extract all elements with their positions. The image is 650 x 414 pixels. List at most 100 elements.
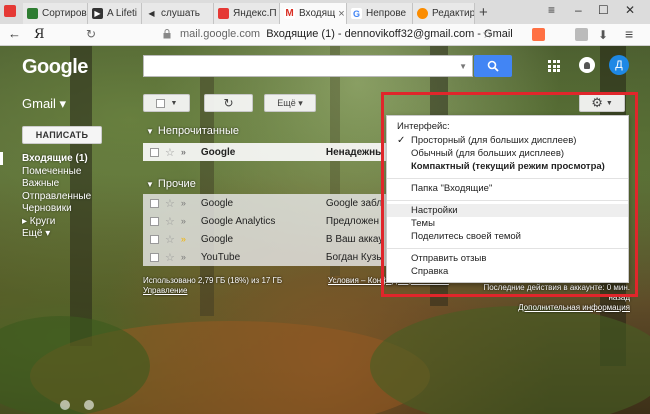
sidebar-item-circles[interactable]: ▸ Круги: [22, 216, 91, 229]
table-row[interactable]: ☆ » Google В Ваш аккау: [143, 230, 388, 248]
new-tab-button[interactable]: +: [479, 4, 488, 21]
row-checkbox[interactable]: [150, 234, 159, 244]
tab-sortirovka[interactable]: Сортиров: [23, 3, 88, 24]
table-row[interactable]: ☆ » Google Analytics Предложен: [143, 212, 388, 230]
importance-marker-icon[interactable]: »: [181, 252, 191, 262]
notifications-bell-icon[interactable]: [579, 57, 595, 73]
close-window-icon[interactable]: ✕: [625, 3, 635, 17]
row-checkbox[interactable]: [150, 216, 159, 226]
tab-label: Входящ: [299, 8, 336, 19]
back-icon[interactable]: ←: [8, 26, 21, 41]
tab-a-lifetime[interactable]: ▶ A Lifeti: [88, 3, 142, 24]
subject: В Ваш аккау: [325, 233, 384, 245]
browser-tab-bar: Сортиров ▶ A Lifeti ◀ слушать Яндекс.П M…: [0, 0, 650, 24]
speaker-icon: ◀: [148, 9, 155, 18]
importance-marker-icon[interactable]: »: [181, 147, 191, 157]
tab-redaktir[interactable]: Редактир: [413, 3, 475, 24]
yandex-favicon-icon: [218, 8, 229, 19]
table-row[interactable]: ☆ » YouTube Богдан Кузь: [143, 248, 388, 266]
row-checkbox[interactable]: [150, 198, 159, 208]
active-nav-marker: [0, 152, 3, 165]
sidebar-item-sent[interactable]: Отправленные: [22, 191, 91, 204]
menu-icon[interactable]: ≡: [548, 3, 555, 17]
sidebar-item-important[interactable]: Важные: [22, 178, 91, 191]
subject: Предложен: [325, 215, 379, 227]
download-icon[interactable]: ⬇: [598, 28, 611, 42]
table-row[interactable]: ☆ » Google Ненадежны: [143, 143, 388, 161]
row-checkbox[interactable]: [150, 252, 159, 262]
sidebar-item-more[interactable]: Ещё ▾: [22, 228, 91, 241]
tab-label: Яндекс.П: [233, 8, 277, 19]
chevron-down-icon: ▼: [146, 180, 154, 189]
url-title: Входящие (1) - dennovikoff32@gmail.com -…: [266, 28, 513, 40]
tab-label: слушать: [161, 8, 200, 19]
section-label: Непрочитанные: [157, 125, 240, 137]
subject: Богдан Кузь: [325, 251, 382, 263]
protect-icon[interactable]: [532, 28, 545, 41]
yandex-menu-icon[interactable]: [4, 5, 16, 17]
close-icon[interactable]: ×: [335, 8, 344, 20]
sidebar-item-drafts[interactable]: Черновики: [22, 203, 91, 216]
subject: Google забл: [325, 197, 383, 209]
tab-label: A Lifeti: [107, 8, 138, 19]
table-row[interactable]: ☆ » Google Google забл: [143, 194, 388, 212]
minimize-icon[interactable]: –: [575, 3, 582, 17]
storage-usage: Использовано 2,79 ГБ (18%) из 17 ГБ Упра…: [143, 276, 282, 296]
activity-details-link[interactable]: Дополнительная информация: [518, 303, 630, 312]
tab-label: Сортиров: [42, 8, 87, 19]
row-checkbox[interactable]: [150, 147, 159, 157]
play-icon: ▶: [92, 8, 103, 19]
refresh-button[interactable]: ↻: [204, 94, 253, 112]
section-other[interactable]: ▼ Прочие: [146, 178, 196, 190]
search-button[interactable]: [474, 55, 512, 77]
star-icon[interactable]: ☆: [165, 197, 175, 210]
google-logo[interactable]: Google: [22, 56, 88, 79]
person-icon[interactable]: [60, 400, 70, 410]
star-icon[interactable]: ☆: [165, 251, 175, 264]
sidebar-nav: Входящие (1) Помеченные Важные Отправлен…: [22, 153, 91, 241]
url-host: mail.google.com: [180, 28, 261, 40]
sender: Google Analytics: [200, 215, 276, 227]
search-icon: [487, 60, 499, 72]
chat-icon[interactable]: [84, 400, 94, 410]
star-icon[interactable]: ☆: [165, 233, 175, 246]
tab-neprovereno[interactable]: G Непрове: [347, 3, 413, 24]
apps-grid-icon[interactable]: [548, 60, 560, 72]
url-field[interactable]: mail.google.com Входящие (1) - dennoviko…: [180, 28, 513, 40]
extension-icon[interactable]: [575, 28, 588, 41]
yandex-logo[interactable]: Я: [34, 27, 45, 42]
gmail-app-label[interactable]: Gmail ▾: [22, 96, 66, 112]
search-box: ▼: [143, 55, 473, 77]
browser-menu-icon[interactable]: ≡: [625, 26, 633, 42]
tab-label: Непрове: [366, 8, 407, 19]
section-label: Прочие: [157, 178, 196, 190]
reload-icon[interactable]: ↻: [86, 27, 96, 41]
storage-text: Использовано 2,79 ГБ (18%) из 17 ГБ: [143, 276, 283, 285]
gmail-favicon-icon: M: [284, 8, 295, 19]
sender: Google: [200, 146, 236, 158]
tab-slushat[interactable]: ◀ слушать: [142, 3, 214, 24]
sidebar-item-inbox[interactable]: Входящие (1): [22, 153, 91, 166]
sidebar-item-starred[interactable]: Помеченные: [22, 166, 91, 179]
tab-label: Редактир: [432, 8, 475, 19]
more-button[interactable]: Ещё ▾: [264, 94, 316, 112]
star-icon[interactable]: ☆: [165, 215, 175, 228]
manage-storage-link[interactable]: Управление: [143, 286, 187, 295]
google-favicon-icon: G: [351, 8, 362, 19]
star-icon[interactable]: ☆: [165, 146, 175, 159]
maximize-icon[interactable]: ☐: [598, 3, 609, 17]
importance-marker-icon[interactable]: »: [181, 216, 191, 226]
search-input[interactable]: [144, 56, 454, 76]
section-unread[interactable]: ▼ Непрочитанные: [146, 125, 239, 137]
tab-yandex[interactable]: Яндекс.П: [214, 3, 280, 24]
select-all-checkbox[interactable]: ▼: [143, 94, 190, 112]
tab-gmail-inbox[interactable]: M Входящ ×: [280, 3, 347, 24]
lock-icon[interactable]: [163, 29, 171, 39]
compose-button[interactable]: НАПИСАТЬ: [22, 126, 102, 144]
avatar[interactable]: Д: [609, 55, 629, 75]
importance-marker-icon[interactable]: »: [181, 198, 191, 208]
hangouts-bar: [0, 398, 140, 414]
bookmark-star-icon[interactable]: ☆: [482, 27, 493, 41]
search-options-icon[interactable]: ▼: [459, 62, 467, 71]
importance-marker-icon[interactable]: »: [181, 234, 191, 244]
